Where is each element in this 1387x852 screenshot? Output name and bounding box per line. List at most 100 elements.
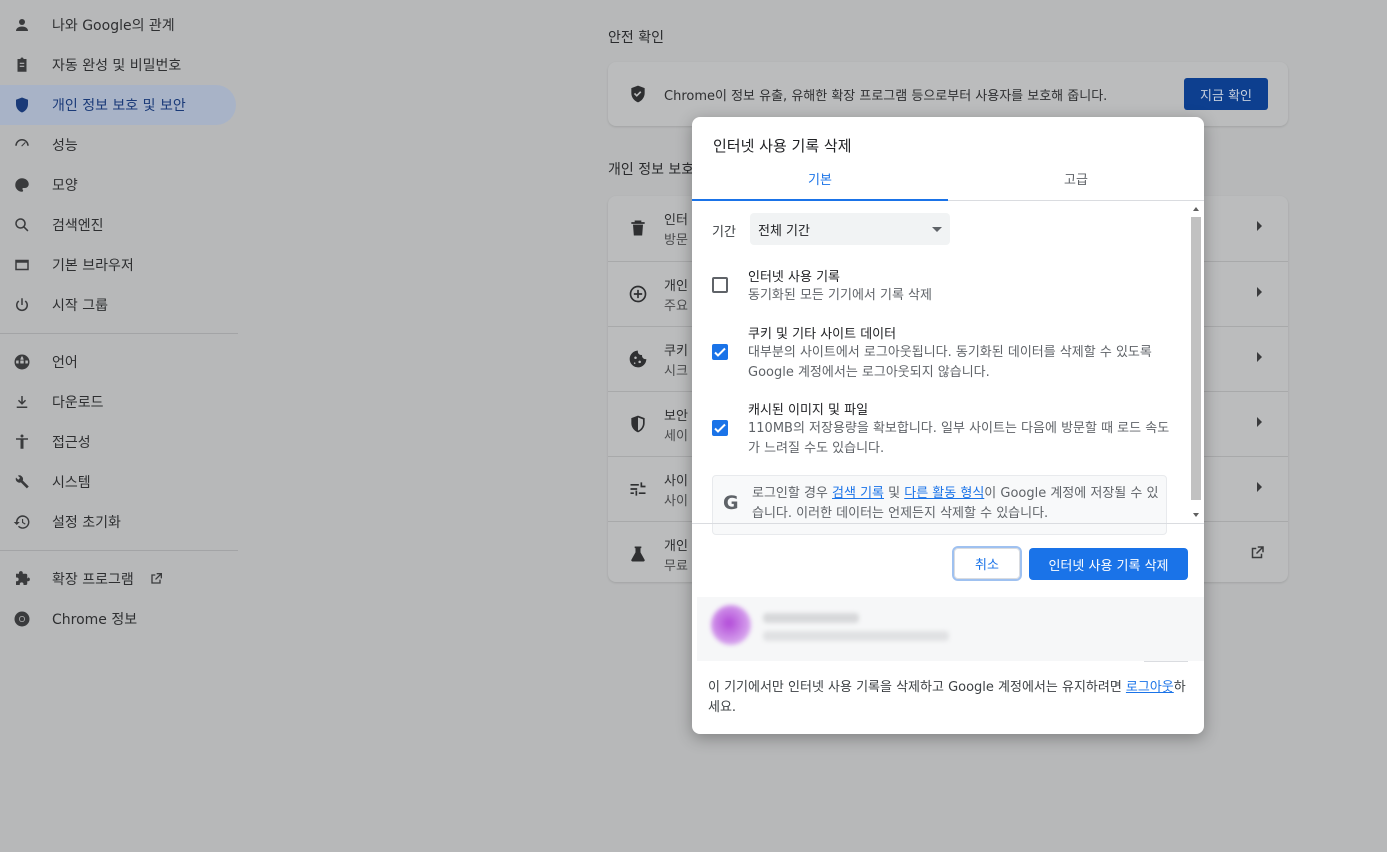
option-title: 캐시된 이미지 및 파일 <box>748 403 869 418</box>
sign-out-link[interactable]: 로그아웃 <box>1126 680 1174 695</box>
sidebar-item-label: 성능 <box>52 138 78 154</box>
wrench-icon <box>12 472 32 492</box>
sidebar-item-performance[interactable]: 성능 <box>0 125 240 165</box>
trash-icon <box>628 218 648 238</box>
sidebar-item-startup[interactable]: 시작 그룹 <box>0 285 240 325</box>
sidebar-item-languages[interactable]: 언어 <box>0 342 240 382</box>
dropdown-arrow-icon <box>932 227 942 232</box>
scroll-down-arrow-icon[interactable] <box>1193 513 1199 517</box>
download-icon <box>12 392 32 412</box>
sidebar: 나와 Google의 관계 자동 완성 및 비밀번호 개인 정보 보호 및 보안… <box>0 0 240 639</box>
sidebar-divider <box>0 550 238 551</box>
google-note-text: 로그인할 경우 검색 기록 및 다른 활동 형식이 Google 계정에 저장될… <box>752 486 1159 521</box>
browser-icon <box>12 255 32 275</box>
chevron-right-icon <box>1257 287 1262 297</box>
sidebar-item-reset[interactable]: 설정 초기화 <box>0 502 240 542</box>
profile-name-blurred <box>763 613 859 623</box>
sidebar-item-label: 자동 완성 및 비밀번호 <box>52 58 182 74</box>
time-range-label: 기간 <box>712 225 736 240</box>
dialog-title: 인터넷 사용 기록 삭제 <box>713 137 852 155</box>
sidebar-item-label: Chrome 정보 <box>52 612 138 628</box>
history-icon <box>12 512 32 532</box>
chrome-icon <box>12 609 32 629</box>
divider <box>692 523 1204 524</box>
sidebar-item-search-engine[interactable]: 검색엔진 <box>0 205 240 245</box>
tune-icon <box>628 479 648 499</box>
profile-email-blurred <box>763 631 949 641</box>
option-description: 대부분의 사이트에서 로그아웃됩니다. 동기화된 데이터를 삭제할 수 있도록 … <box>748 345 1152 380</box>
sidebar-item-you-and-google[interactable]: 나와 Google의 관계 <box>0 5 240 45</box>
google-g-icon: G <box>723 492 739 514</box>
chevron-right-icon <box>1257 352 1262 362</box>
power-icon <box>12 295 32 315</box>
clear-browsing-data-dialog: 인터넷 사용 기록 삭제 기본 고급 기간 전체 기간 인터넷 사용 기록 동기… <box>692 117 1204 734</box>
compass-icon <box>628 284 648 304</box>
divider <box>1144 661 1188 662</box>
sidebar-item-about-chrome[interactable]: Chrome 정보 <box>0 599 240 639</box>
chevron-right-icon <box>1257 417 1262 427</box>
sidebar-item-label: 개인 정보 보호 및 보안 <box>52 98 186 114</box>
sidebar-item-extensions[interactable]: 확장 프로그램 <box>0 559 240 599</box>
sidebar-item-label: 확장 프로그램 <box>52 572 134 588</box>
sidebar-item-label: 다운로드 <box>52 395 104 411</box>
sidebar-item-system[interactable]: 시스템 <box>0 462 240 502</box>
dialog-tabs: 기본 고급 <box>692 165 1204 201</box>
cookies-checkbox[interactable] <box>712 344 728 360</box>
palette-icon <box>12 175 32 195</box>
option-description: 동기화된 모든 기기에서 기록 삭제 <box>748 288 932 303</box>
open-in-new-icon <box>1251 546 1264 559</box>
sidebar-item-label: 검색엔진 <box>52 218 104 234</box>
sidebar-item-label: 모양 <box>52 178 78 194</box>
privacy-section-title: 개인 정보 보호 <box>608 162 695 178</box>
cookie-icon <box>628 349 648 369</box>
other-activity-link[interactable]: 다른 활동 형식 <box>904 486 984 501</box>
scrollbar-thumb[interactable] <box>1191 217 1201 500</box>
sidebar-item-default-browser[interactable]: 기본 브라우저 <box>0 245 240 285</box>
search-icon <box>12 215 32 235</box>
check-now-button[interactable]: 지금 확인 <box>1184 78 1268 110</box>
sidebar-item-label: 나와 Google의 관계 <box>52 18 175 34</box>
chevron-right-icon <box>1257 482 1262 492</box>
person-icon <box>12 15 32 35</box>
sidebar-item-autofill[interactable]: 자동 완성 및 비밀번호 <box>0 45 240 85</box>
open-in-new-icon <box>151 573 162 584</box>
flask-icon <box>628 544 648 564</box>
speedometer-icon <box>12 135 32 155</box>
checkmark-icon <box>714 347 726 357</box>
puzzle-icon <box>12 569 32 589</box>
signed-in-profile <box>697 597 1204 661</box>
sidebar-item-label: 시스템 <box>52 475 91 491</box>
globe-icon <box>12 352 32 372</box>
option-title: 쿠키 및 기타 사이트 데이터 <box>748 327 897 342</box>
sidebar-item-label: 기본 브라우저 <box>52 258 134 274</box>
safety-check-text: Chrome이 정보 유출, 유해한 확장 프로그램 등으로부터 사용자를 보호… <box>664 88 1108 104</box>
shield-icon <box>628 414 648 434</box>
sidebar-divider <box>0 333 238 334</box>
sidebar-item-accessibility[interactable]: 접근성 <box>0 422 240 462</box>
tab-basic[interactable]: 기본 <box>692 165 948 201</box>
sidebar-item-downloads[interactable]: 다운로드 <box>0 382 240 422</box>
tab-advanced[interactable]: 고급 <box>948 165 1204 200</box>
shield-icon <box>12 95 32 115</box>
sidebar-item-label: 언어 <box>52 355 78 371</box>
avatar <box>711 605 751 645</box>
cache-checkbox[interactable] <box>712 420 728 436</box>
sidebar-item-label: 시작 그룹 <box>52 298 108 314</box>
search-history-link[interactable]: 검색 기록 <box>832 486 884 501</box>
time-range-select[interactable]: 전체 기간 <box>750 213 950 245</box>
sidebar-item-label: 접근성 <box>52 435 91 451</box>
cancel-button[interactable]: 취소 <box>952 546 1022 581</box>
sidebar-item-privacy[interactable]: 개인 정보 보호 및 보안 <box>0 85 236 125</box>
sidebar-item-appearance[interactable]: 모양 <box>0 165 240 205</box>
clipboard-icon <box>12 55 32 75</box>
signout-note: 이 기기에서만 인터넷 사용 기록을 삭제하고 Google 계정에서는 유지하… <box>708 680 1186 715</box>
scroll-up-arrow-icon[interactable] <box>1193 207 1199 211</box>
browsing-history-checkbox[interactable] <box>712 277 728 293</box>
shield-check-icon <box>631 85 645 103</box>
safety-check-title: 안전 확인 <box>608 30 664 46</box>
chevron-right-icon <box>1257 221 1262 231</box>
dialog-scrollbar[interactable] <box>1191 203 1201 521</box>
accessibility-icon <box>12 432 32 452</box>
clear-data-button[interactable]: 인터넷 사용 기록 삭제 <box>1029 548 1188 580</box>
sidebar-item-label: 설정 초기화 <box>52 515 121 531</box>
